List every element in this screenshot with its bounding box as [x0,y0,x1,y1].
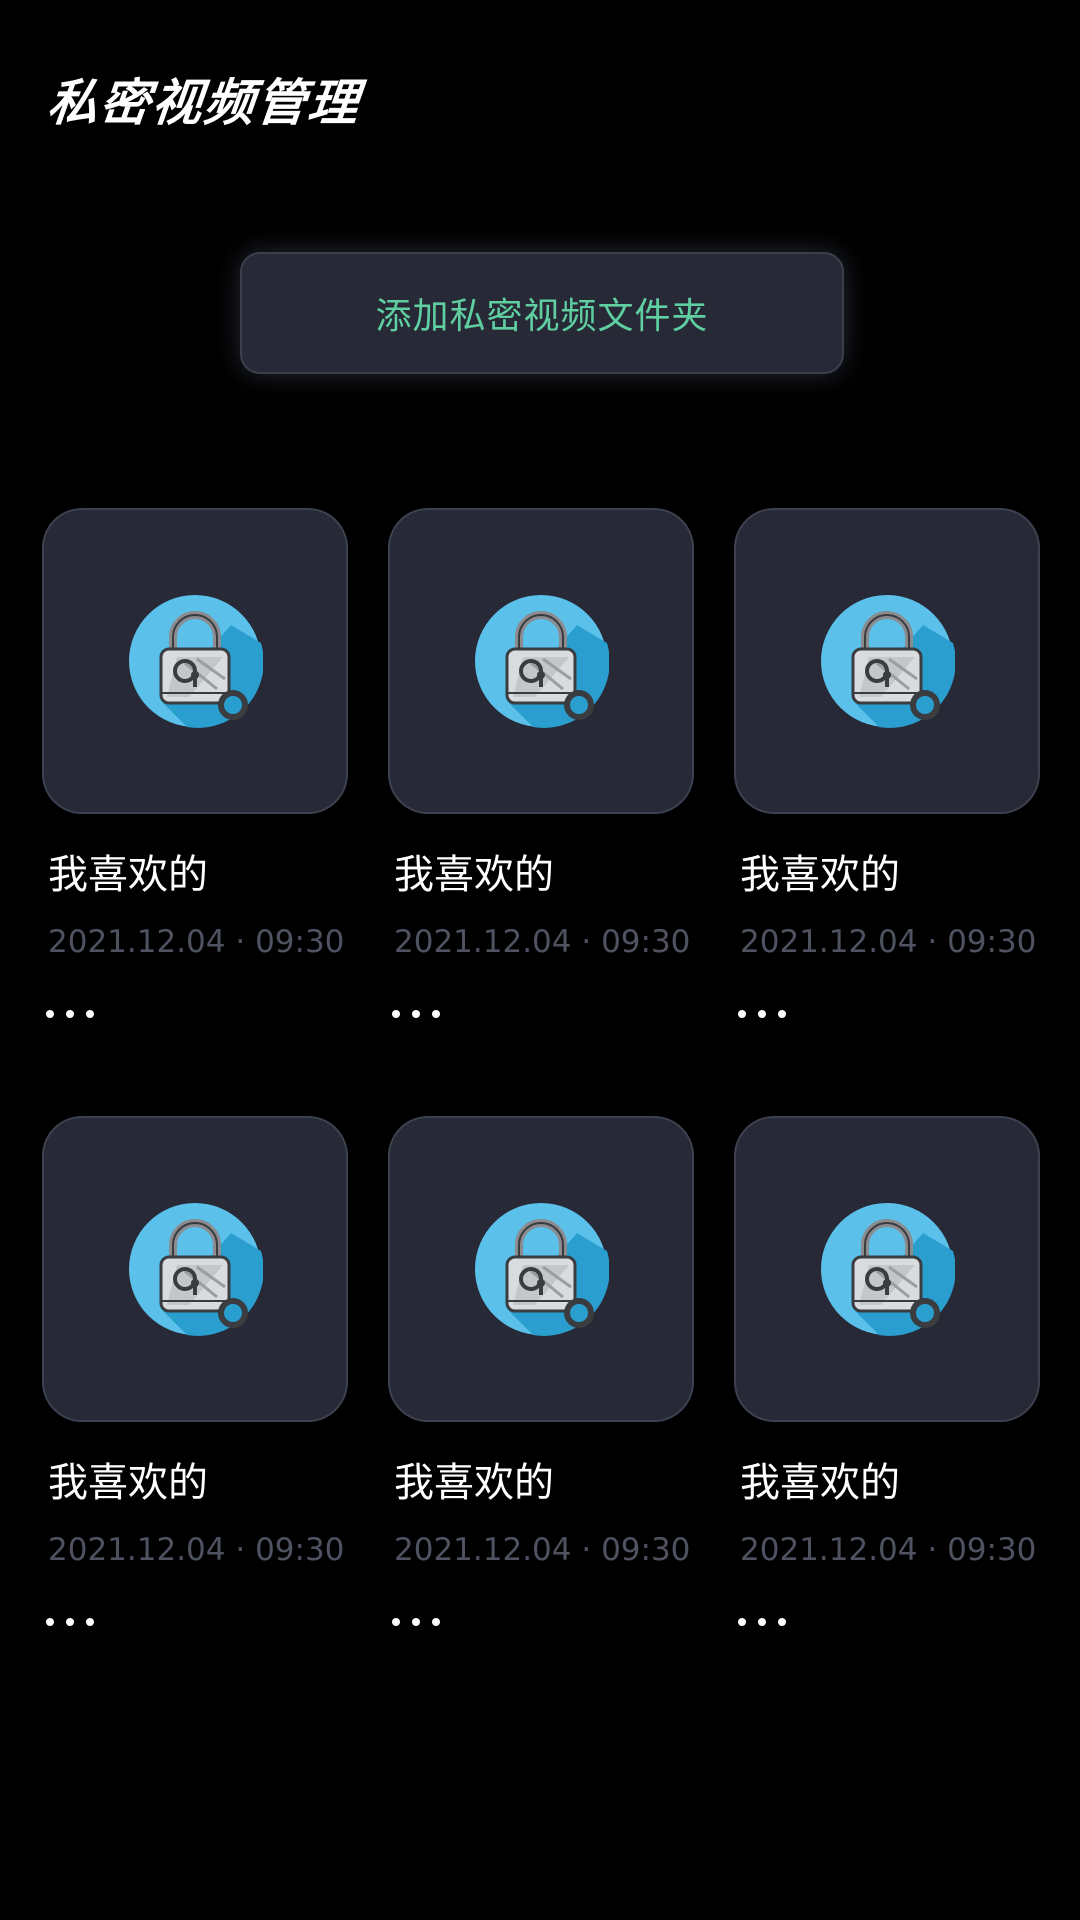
folder-name: 我喜欢的 [740,1460,900,1506]
folder-thumbnail[interactable] [734,508,1040,814]
folder-timestamp: 2021.12.04 · 09:30 [48,1530,344,1570]
folder-name: 我喜欢的 [48,852,208,898]
date-separator: · [917,924,948,960]
more-icon [46,1010,94,1018]
folder-time: 09:30 [255,924,345,960]
folder-time: 09:30 [947,924,1037,960]
date-separator: · [571,1532,602,1568]
more-icon [392,1618,440,1626]
folder-timestamp: 2021.12.04 · 09:30 [394,922,690,962]
folder-date: 2021.12.04 [48,1532,226,1568]
folder-card: 我喜欢的 2021.12.04 · 09:30 [388,1116,694,1724]
more-icon [46,1618,94,1626]
folder-card: 我喜欢的 2021.12.04 · 09:30 [734,508,1040,1116]
folder-grid: 我喜欢的 2021.12.04 · 09:30 我喜欢的 2021.12.04 … [42,508,1042,1724]
folder-name: 我喜欢的 [740,852,900,898]
folder-date: 2021.12.04 [740,924,918,960]
lock-icon [129,595,263,728]
lock-icon [129,1203,263,1336]
more-options-button[interactable] [46,994,116,1034]
folder-date: 2021.12.04 [740,1532,918,1568]
folder-time: 09:30 [601,924,691,960]
folder-thumbnail[interactable] [734,1116,1040,1422]
folder-card: 我喜欢的 2021.12.04 · 09:30 [734,1116,1040,1724]
folder-thumbnail[interactable] [42,1116,348,1422]
folder-date: 2021.12.04 [394,1532,572,1568]
folder-card: 我喜欢的 2021.12.04 · 09:30 [42,1116,348,1724]
add-private-folder-label: 添加私密视频文件夹 [375,296,709,337]
folder-thumbnail[interactable] [42,508,348,814]
more-options-button[interactable] [738,994,808,1034]
date-separator: · [917,1532,948,1568]
date-separator: · [225,1532,256,1568]
more-icon [738,1618,786,1626]
date-separator: · [225,924,256,960]
folder-time: 09:30 [255,1532,345,1568]
lock-icon [475,595,609,728]
add-private-folder-button[interactable]: 添加私密视频文件夹 [240,252,844,374]
more-options-button[interactable] [738,1602,808,1642]
folder-thumbnail[interactable] [388,1116,694,1422]
folder-timestamp: 2021.12.04 · 09:30 [394,1530,690,1570]
folder-time: 09:30 [947,1532,1037,1568]
page-title: 私密视频管理 [44,74,364,132]
folder-name: 我喜欢的 [48,1460,208,1506]
more-options-button[interactable] [392,994,462,1034]
folder-timestamp: 2021.12.04 · 09:30 [48,922,344,962]
lock-icon [821,1203,955,1336]
lock-icon [475,1203,609,1336]
folder-timestamp: 2021.12.04 · 09:30 [740,1530,1036,1570]
more-icon [738,1010,786,1018]
more-options-button[interactable] [392,1602,462,1642]
more-icon [392,1010,440,1018]
folder-card: 我喜欢的 2021.12.04 · 09:30 [388,508,694,1116]
more-options-button[interactable] [46,1602,116,1642]
folder-timestamp: 2021.12.04 · 09:30 [740,922,1036,962]
folder-name: 我喜欢的 [394,852,554,898]
folder-time: 09:30 [601,1532,691,1568]
folder-name: 我喜欢的 [394,1460,554,1506]
folder-card: 我喜欢的 2021.12.04 · 09:30 [42,508,348,1116]
folder-thumbnail[interactable] [388,508,694,814]
date-separator: · [571,924,602,960]
folder-date: 2021.12.04 [394,924,572,960]
folder-date: 2021.12.04 [48,924,226,960]
lock-icon [821,595,955,728]
